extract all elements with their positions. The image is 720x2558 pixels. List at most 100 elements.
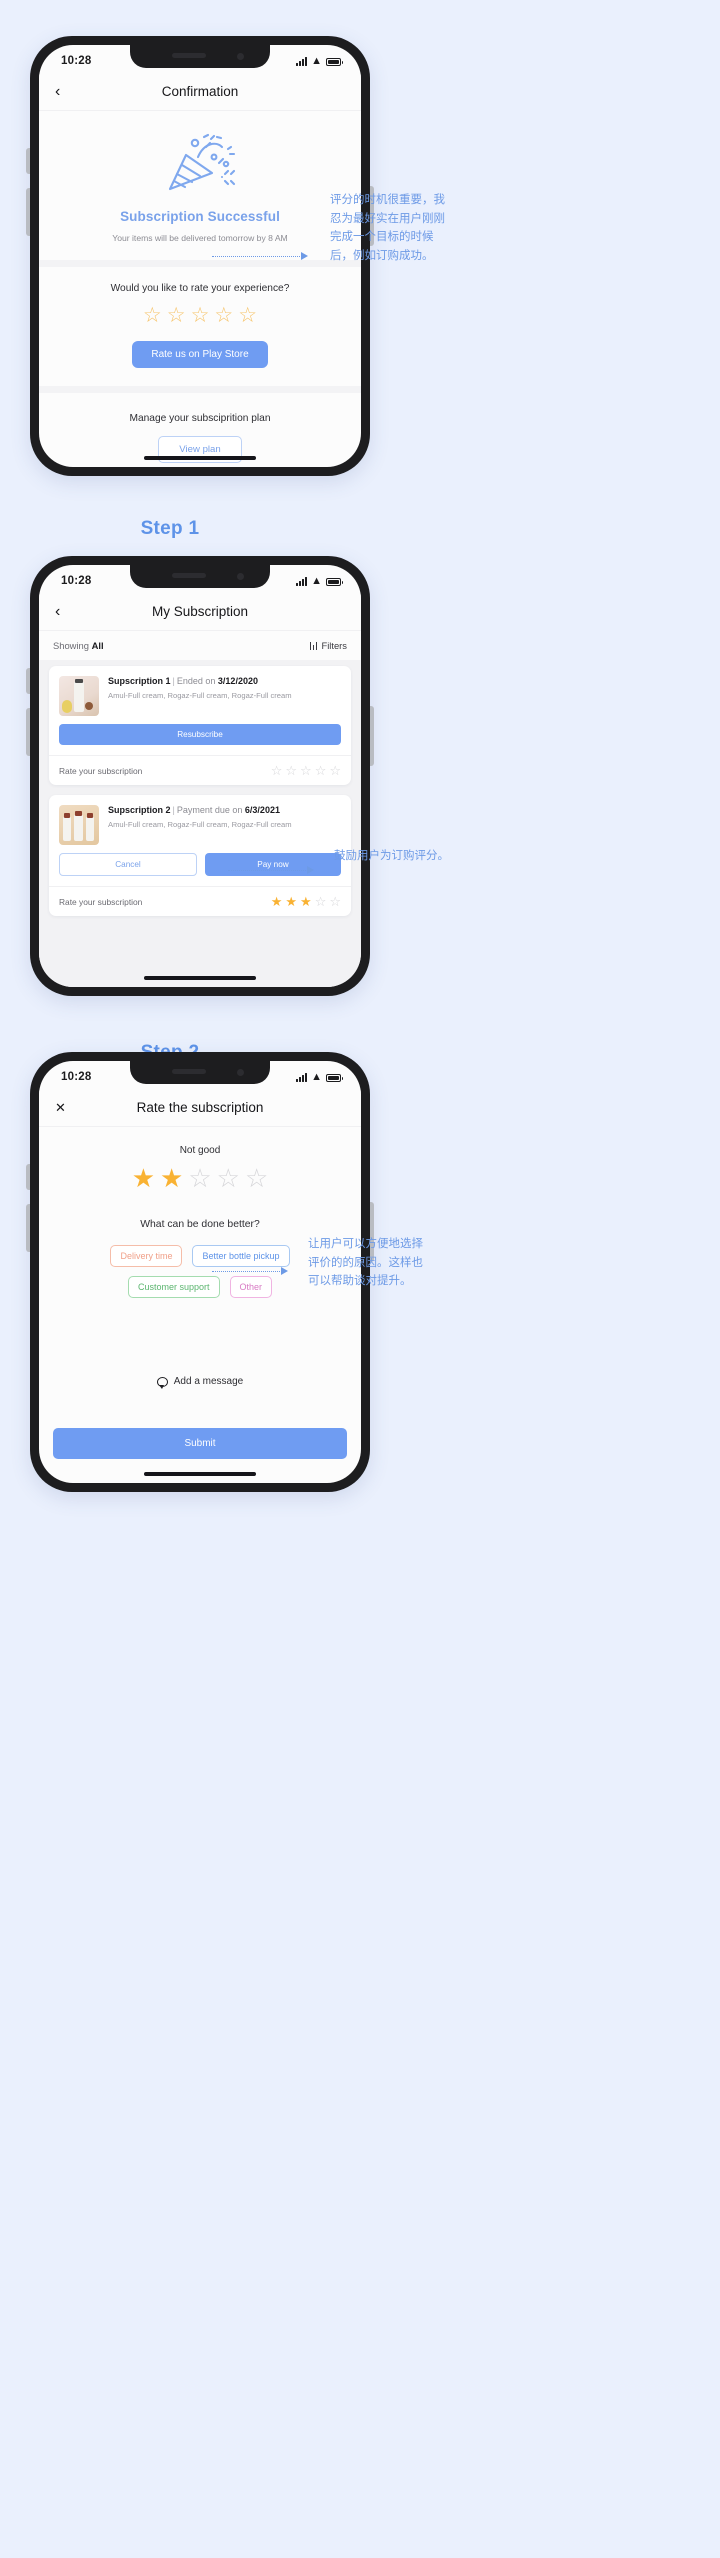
star-1[interactable]: ★ bbox=[132, 1165, 155, 1191]
card-text: Supscription 2 | Payment due on 6/3/2021 A… bbox=[108, 805, 341, 845]
filters-button[interactable]: Filters bbox=[309, 640, 347, 651]
subscription-meta: Ended on 3/12/2020 bbox=[177, 676, 258, 686]
star-4[interactable]: ☆ bbox=[214, 305, 233, 326]
close-icon[interactable]: ✕ bbox=[55, 1101, 66, 1114]
page-title: My Subscription bbox=[151, 604, 249, 619]
status-icons: ▲ bbox=[296, 55, 343, 66]
card-rating-stars[interactable]: ★ ★ ★ ☆ ☆ bbox=[271, 895, 341, 908]
star-5[interactable]: ☆ bbox=[238, 305, 257, 326]
resubscribe-button[interactable]: Resubscribe bbox=[59, 724, 341, 745]
wifi-icon: ▲ bbox=[311, 574, 322, 587]
star-4[interactable]: ☆ bbox=[315, 764, 327, 777]
meta-value: 6/3/2021 bbox=[244, 805, 280, 815]
star-1[interactable]: ★ bbox=[271, 895, 283, 908]
star-2[interactable]: ★ bbox=[285, 895, 297, 908]
subscription-name: Supscription 2 bbox=[108, 805, 171, 815]
phone-frame-2: 10:28 ▲ ‹ My Subscription Showing All Fi… bbox=[26, 556, 374, 996]
manage-plan-label: Manage your subsciprition plan bbox=[129, 413, 271, 424]
status-bar-3: 10:28 ▲ bbox=[39, 1061, 361, 1089]
power-button-2 bbox=[370, 706, 374, 766]
subscription-card[interactable]: Supscription 2 | Payment due on 6/3/2021 A… bbox=[49, 795, 351, 916]
confirmation-body: Subscription Successful Your items will … bbox=[39, 133, 361, 467]
showing-label: Showing All bbox=[53, 640, 104, 651]
star-1[interactable]: ☆ bbox=[143, 305, 162, 326]
showing-value[interactable]: All bbox=[92, 640, 104, 651]
submit-button[interactable]: Submit bbox=[53, 1428, 347, 1459]
rating-stars-confirmation[interactable]: ☆ ☆ ☆ ☆ ☆ bbox=[39, 305, 361, 326]
subscription-list[interactable]: Supscription 1 | Ended on 3/12/2020 Amul-F… bbox=[39, 660, 361, 987]
card-actions: Resubscribe bbox=[49, 724, 351, 755]
arrow-line bbox=[228, 869, 306, 871]
star-4[interactable]: ☆ bbox=[217, 1165, 240, 1191]
star-3[interactable]: ☆ bbox=[191, 305, 210, 326]
arrow-head bbox=[281, 1267, 288, 1275]
infographic-page: 10:28 ▲ ‹ Confirmation Subscription Succ… bbox=[0, 0, 720, 2558]
card-items: Amul-Full cream, Rogaz-Full cream, Rogaz… bbox=[108, 820, 292, 829]
card-rate-row: Rate your subscription ☆ ☆ ☆ ☆ ☆ bbox=[49, 755, 351, 785]
improve-question: What can be done better? bbox=[140, 1219, 260, 1230]
navbar-confirmation: ‹ Confirmation bbox=[39, 73, 361, 111]
card-title: Supscription 1 | Ended on 3/12/2020 bbox=[108, 676, 258, 686]
rate-label: Rate your subscription bbox=[59, 896, 143, 907]
rating-label: Not good bbox=[179, 1145, 221, 1156]
screen-confirmation: 10:28 ▲ ‹ Confirmation Subscription Succ… bbox=[39, 45, 361, 467]
product-thumbnail bbox=[59, 676, 99, 716]
submit-wrapper: Submit bbox=[39, 1428, 361, 1459]
step-2-block: 10:28 ▲ ‹ My Subscription Showing All Fi… bbox=[0, 556, 720, 1096]
page-title: Confirmation bbox=[161, 84, 239, 99]
chip-customer-support[interactable]: Customer support bbox=[127, 1276, 220, 1298]
success-title: Subscription Successful bbox=[120, 209, 280, 224]
annotation-1: 评分的时机很重要，我忍为最好实在用户刚刚完成一个目标的时候后，例如订购成功。 bbox=[330, 192, 445, 262]
star-2[interactable]: ☆ bbox=[167, 305, 186, 326]
step-1-block: 10:28 ▲ ‹ Confirmation Subscription Succ… bbox=[0, 0, 720, 540]
navbar-subscription: ‹ My Subscription bbox=[39, 593, 361, 631]
phone-frame-1: 10:28 ▲ ‹ Confirmation Subscription Succ… bbox=[26, 36, 374, 476]
star-1[interactable]: ☆ bbox=[271, 764, 283, 777]
filters-icon bbox=[309, 641, 318, 650]
back-icon[interactable]: ‹ bbox=[55, 83, 60, 100]
card-rating-stars[interactable]: ☆ ☆ ☆ ☆ ☆ bbox=[271, 764, 341, 777]
step-caption-1: Step 1 bbox=[140, 518, 200, 539]
success-subtitle: Your items will be delivered tomorrow by… bbox=[112, 233, 288, 243]
home-indicator bbox=[144, 1472, 256, 1476]
star-2[interactable]: ★ bbox=[160, 1165, 183, 1191]
star-3[interactable]: ☆ bbox=[300, 764, 312, 777]
chip-other[interactable]: Other bbox=[229, 1276, 273, 1298]
party-popper-icon bbox=[39, 133, 361, 195]
signal-icon bbox=[296, 1072, 308, 1082]
rate-play-store-button[interactable]: Rate us on Play Store bbox=[132, 341, 268, 368]
cancel-button[interactable]: Cancel bbox=[59, 853, 197, 876]
card-rate-row: Rate your subscription ★ ★ ★ ☆ ☆ bbox=[49, 886, 351, 916]
card-main: Supscription 2 | Payment due on 6/3/2021 A… bbox=[49, 795, 351, 853]
star-4[interactable]: ☆ bbox=[315, 895, 327, 908]
add-message-button[interactable]: Add a message bbox=[39, 1376, 361, 1389]
battery-icon bbox=[326, 57, 343, 66]
home-indicator bbox=[144, 976, 256, 980]
chip-better-bottle-pickup[interactable]: Better bottle pickup bbox=[192, 1245, 290, 1267]
signal-icon bbox=[296, 576, 308, 586]
filters-label: Filters bbox=[321, 640, 347, 651]
star-3[interactable]: ★ bbox=[300, 895, 312, 908]
status-time: 10:28 bbox=[61, 575, 92, 587]
back-icon[interactable]: ‹ bbox=[55, 603, 60, 620]
meta-prefix: Ended on bbox=[176, 676, 216, 686]
star-5[interactable]: ☆ bbox=[329, 764, 341, 777]
card-main: Supscription 1 | Ended on 3/12/2020 Amul-F… bbox=[49, 666, 351, 724]
card-items: Amul-Full cream, Rogaz-Full cream, Rogaz… bbox=[108, 691, 292, 700]
rating-stars-modal[interactable]: ★ ★ ☆ ☆ ☆ bbox=[39, 1165, 361, 1191]
chip-delivery-time[interactable]: Delivery time bbox=[110, 1245, 183, 1267]
status-bar: 10:28 ▲ bbox=[39, 45, 361, 73]
status-time: 10:28 bbox=[61, 55, 92, 67]
product-thumbnail bbox=[59, 805, 99, 845]
subscription-card[interactable]: Supscription 1 | Ended on 3/12/2020 Amul-F… bbox=[49, 666, 351, 785]
star-3[interactable]: ☆ bbox=[188, 1165, 211, 1191]
star-5[interactable]: ☆ bbox=[329, 895, 341, 908]
star-5[interactable]: ☆ bbox=[245, 1165, 268, 1191]
star-2[interactable]: ☆ bbox=[285, 764, 297, 777]
battery-icon bbox=[326, 1073, 343, 1082]
section-divider-2 bbox=[39, 386, 361, 393]
annotation-arrow-1 bbox=[212, 252, 310, 260]
status-icons: ▲ bbox=[296, 1071, 343, 1082]
home-indicator bbox=[144, 456, 256, 460]
status-time: 10:28 bbox=[61, 1071, 92, 1083]
